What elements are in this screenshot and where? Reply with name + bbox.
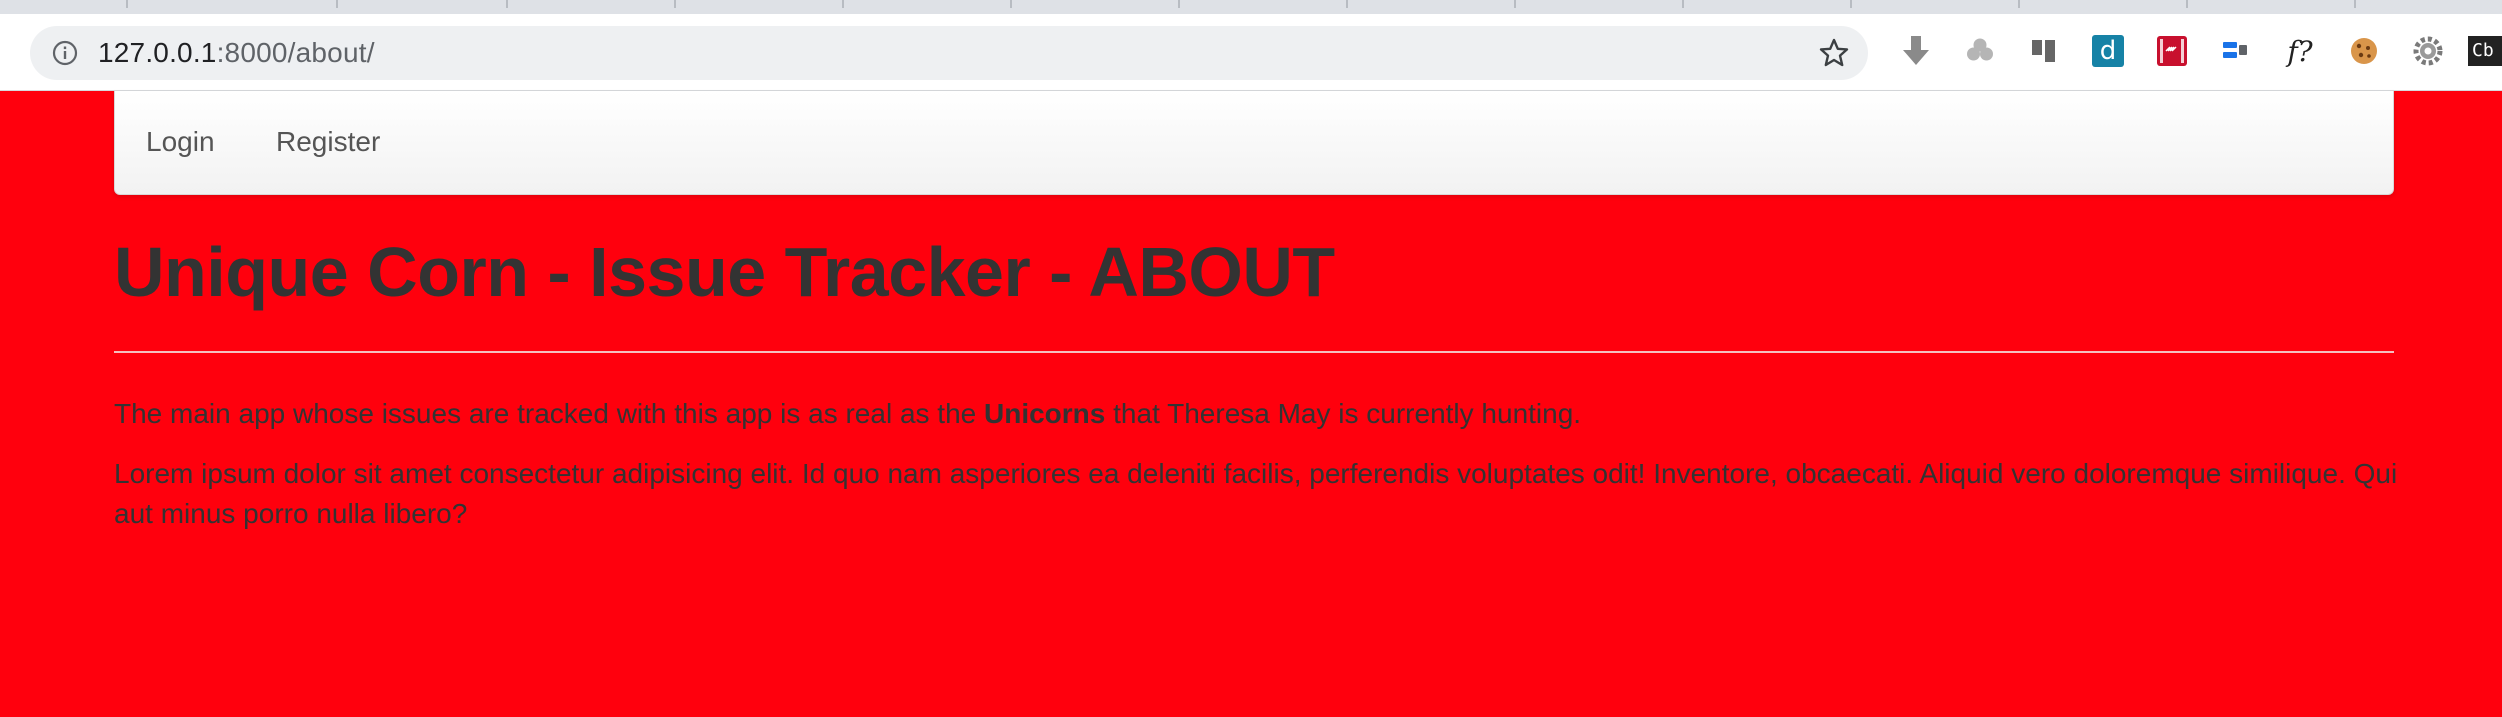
unicorns-emphasis: Unicorns [984, 398, 1106, 429]
info-icon[interactable] [52, 40, 78, 66]
tab-separator [1682, 0, 1684, 8]
url-host: 127.0.0.1 [98, 37, 217, 68]
cb-icon[interactable]: Cb [2468, 34, 2502, 68]
intro-text-before: The main app whose issues are tracked wi… [114, 398, 984, 429]
tab-separator [2186, 0, 2188, 8]
tab-separator [842, 0, 844, 8]
d-extension-icon[interactable]: d [2091, 34, 2125, 68]
function-label: f? [2287, 34, 2313, 68]
tab-separator [506, 0, 508, 8]
url-text[interactable]: 127.0.0.1:8000/about/ [98, 38, 375, 68]
tab-separator [126, 0, 128, 8]
page-content: Login Register Unique Corn - Issue Track… [0, 91, 2502, 717]
cast-icon[interactable] [2219, 34, 2253, 68]
top-navbar: Login Register [114, 91, 2394, 195]
d-extension-label: d [2092, 35, 2124, 67]
clover-icon[interactable] [1963, 34, 1997, 68]
browser-toolbar: 127.0.0.1:8000/about/ d f? Cb [0, 14, 2502, 91]
title-divider [114, 351, 2394, 353]
film-extension-icon[interactable] [2155, 34, 2189, 68]
browser-tab-strip [0, 0, 2502, 14]
function-icon[interactable]: f? [2283, 34, 2317, 68]
tab-separator [1850, 0, 1852, 8]
cookie-icon[interactable] [2347, 34, 2381, 68]
tab-separator [2354, 0, 2356, 8]
gear-icon[interactable] [2411, 34, 2445, 68]
nav-login-link[interactable]: Login [146, 126, 215, 158]
intro-text-after: that Theresa May is currently hunting. [1105, 398, 1582, 429]
url-path: :8000/about/ [216, 37, 375, 68]
tab-separator [336, 0, 338, 8]
panel-icon[interactable] [2027, 34, 2061, 68]
lorem-paragraph: Lorem ipsum dolor sit amet consectetur a… [114, 458, 2398, 529]
tab-separator [1346, 0, 1348, 8]
tab-separator [674, 0, 676, 8]
nav-register-link[interactable]: Register [276, 126, 380, 158]
tab-separator [2018, 0, 2020, 8]
tab-separator [1178, 0, 1180, 8]
page-title: Unique Corn - Issue Tracker - ABOUT [114, 233, 1335, 311]
address-bar[interactable]: 127.0.0.1:8000/about/ [30, 26, 1868, 80]
download-icon[interactable] [1899, 34, 1933, 68]
bookmark-star-icon[interactable] [1818, 37, 1850, 69]
tab-separator [1010, 0, 1012, 8]
cb-label: Cb [2468, 36, 2502, 66]
tab-separator [1514, 0, 1516, 8]
intro-paragraph: The main app whose issues are tracked wi… [114, 394, 2404, 434]
